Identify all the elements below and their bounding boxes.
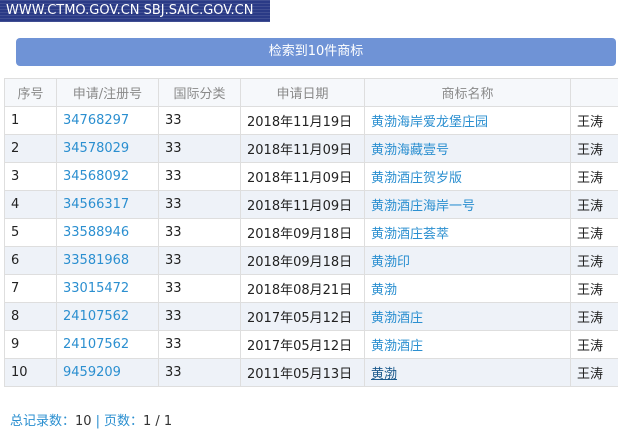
class-cell: 33	[158, 190, 241, 219]
reg-number-link[interactable]: 34566317	[56, 190, 159, 219]
apply-date-cell: 2018年09月18日	[240, 246, 365, 275]
header-trademark-name: 商标名称	[364, 78, 571, 107]
applicant-cell: 王涛	[570, 162, 618, 191]
class-cell: 33	[158, 134, 241, 163]
reg-number-link[interactable]: 33588946	[56, 218, 159, 247]
table-row[interactable]: 2 34578029 33 2018年11月09日 黄渤海藏壹号 王涛	[4, 134, 618, 163]
header-applicant	[570, 78, 618, 107]
reg-number-link[interactable]: 34578029	[56, 134, 159, 163]
pages-value: 1 / 1	[142, 414, 173, 429]
serial-cell: 6	[4, 246, 57, 275]
trademark-name-link[interactable]: 黄渤海藏壹号	[364, 134, 571, 163]
apply-date-cell: 2017年05月12日	[240, 330, 365, 359]
applicant-cell: 王涛	[570, 134, 618, 163]
apply-date-cell: 2018年11月19日	[240, 106, 365, 135]
apply-date-cell: 2018年11月09日	[240, 162, 365, 191]
search-result-button[interactable]: 检索到10件商标	[16, 38, 616, 66]
trademark-table: 序号 申请/注册号 国际分类 申请日期 商标名称 1 34768297 33 2018…	[4, 78, 618, 387]
class-cell: 33	[158, 246, 241, 275]
class-cell: 33	[158, 274, 241, 303]
apply-date-cell: 2017年05月12日	[240, 302, 365, 331]
total-records-label: 总记录数：	[10, 414, 76, 429]
reg-number-link[interactable]: 33015472	[56, 274, 159, 303]
apply-date-cell: 2018年11月09日	[240, 134, 365, 163]
serial-cell: 10	[4, 358, 57, 387]
table-row[interactable]: 3 34568092 33 2018年11月09日 黄渤酒庄贺岁版 王涛	[4, 162, 618, 191]
serial-cell: 3	[4, 162, 57, 191]
reg-number-link[interactable]: 24107562	[56, 302, 159, 331]
reg-number-link[interactable]: 34568092	[56, 162, 159, 191]
trademark-name-link[interactable]: 黄渤酒庄荟萃	[364, 218, 571, 247]
serial-cell: 9	[4, 330, 57, 359]
applicant-cell: 王涛	[570, 358, 618, 387]
apply-date-cell: 2018年09月18日	[240, 218, 365, 247]
class-cell: 33	[158, 302, 241, 331]
table-row[interactable]: 9 24107562 33 2017年05月12日 黄渤酒庄 王涛	[4, 330, 618, 359]
table-row[interactable]: 10 9459209 33 2011年05月13日 黄渤 王涛	[4, 358, 618, 387]
apply-date-cell: 2011年05月13日	[240, 358, 365, 387]
header-class: 国际分类	[158, 78, 241, 107]
class-cell: 33	[158, 162, 241, 191]
total-records-value: 10	[75, 414, 92, 429]
serial-cell: 2	[4, 134, 57, 163]
site-banner: WWW.CTMO.GOV.CN SBJ.SAIC.GOV.CN	[0, 0, 270, 22]
reg-number-link[interactable]: 33581968	[56, 246, 159, 275]
applicant-cell: 王涛	[570, 302, 618, 331]
reg-number-link[interactable]: 34768297	[56, 106, 159, 135]
table-row[interactable]: 6 33581968 33 2018年09月18日 黄渤印 王涛	[4, 246, 618, 275]
pagination-summary: 总记录数：10 | 页数：1 / 1	[10, 410, 172, 429]
trademark-name-link[interactable]: 黄渤酒庄	[364, 330, 571, 359]
apply-date-cell: 2018年08月21日	[240, 274, 365, 303]
footer-separator: |	[95, 414, 100, 429]
table-row[interactable]: 7 33015472 33 2018年08月21日 黄渤 王涛	[4, 274, 618, 303]
pages-label: 页数：	[103, 414, 143, 429]
applicant-cell: 王涛	[570, 218, 618, 247]
class-cell: 33	[158, 218, 241, 247]
header-apply-date: 申请日期	[240, 78, 365, 107]
applicant-cell: 王涛	[570, 190, 618, 219]
header-serial: 序号	[4, 78, 57, 107]
class-cell: 33	[158, 358, 241, 387]
trademark-name-link[interactable]: 黄渤印	[364, 246, 571, 275]
serial-cell: 4	[4, 190, 57, 219]
serial-cell: 1	[4, 106, 57, 135]
header-reg-number: 申请/注册号	[56, 78, 159, 107]
reg-number-link[interactable]: 24107562	[56, 330, 159, 359]
applicant-cell: 王涛	[570, 330, 618, 359]
class-cell: 33	[158, 330, 241, 359]
trademark-name-link[interactable]: 黄渤	[364, 274, 571, 303]
table-row[interactable]: 8 24107562 33 2017年05月12日 黄渤酒庄 王涛	[4, 302, 618, 331]
serial-cell: 7	[4, 274, 57, 303]
class-cell: 33	[158, 106, 241, 135]
table-row[interactable]: 1 34768297 33 2018年11月19日 黄渤海岸爱龙堡庄园 王涛	[4, 106, 618, 135]
apply-date-cell: 2018年11月09日	[240, 190, 365, 219]
trademark-name-link[interactable]: 黄渤酒庄	[364, 302, 571, 331]
applicant-cell: 王涛	[570, 274, 618, 303]
table-row[interactable]: 5 33588946 33 2018年09月18日 黄渤酒庄荟萃 王涛	[4, 218, 618, 247]
trademark-name-link[interactable]: 黄渤海岸爱龙堡庄园	[364, 106, 571, 135]
serial-cell: 8	[4, 302, 57, 331]
applicant-cell: 王涛	[570, 246, 618, 275]
table-row[interactable]: 4 34566317 33 2018年11月09日 黄渤酒庄海岸一号 王涛	[4, 190, 618, 219]
trademark-name-link[interactable]: 黄渤酒庄海岸一号	[364, 190, 571, 219]
applicant-cell: 王涛	[570, 106, 618, 135]
trademark-name-link[interactable]: 黄渤	[364, 358, 571, 387]
trademark-name-link[interactable]: 黄渤酒庄贺岁版	[364, 162, 571, 191]
serial-cell: 5	[4, 218, 57, 247]
table-header-row: 序号 申请/注册号 国际分类 申请日期 商标名称	[4, 78, 618, 107]
reg-number-link[interactable]: 9459209	[56, 358, 159, 387]
